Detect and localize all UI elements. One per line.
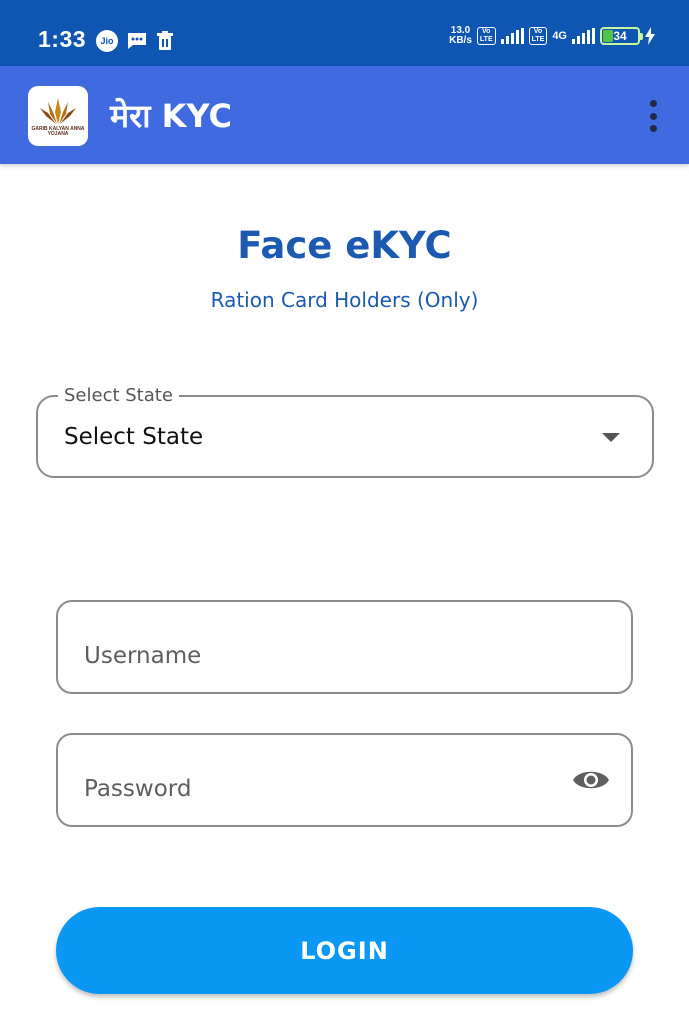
password-field: [56, 733, 633, 827]
state-select-label: Select State: [58, 385, 179, 406]
charging-icon: [645, 27, 655, 45]
signal-icon-2: [572, 28, 595, 44]
battery-icon: 34: [600, 27, 643, 45]
status-time: 1:33: [38, 26, 87, 52]
state-select[interactable]: Select State Select State: [36, 385, 654, 478]
volte-badge: Vo LTE: [476, 27, 496, 45]
app-bar: GARIB KALYAN ANNA YOJANA मेरा KYC: [0, 66, 689, 164]
login-button[interactable]: LOGIN: [56, 907, 633, 994]
jio-icon: Jio: [96, 30, 118, 52]
network-4g: 4G: [552, 29, 567, 42]
dropdown-arrow-icon: [602, 433, 620, 442]
page-subtitle: Ration Card Holders (Only): [210, 288, 479, 312]
speed-unit: KB/s: [449, 35, 472, 46]
username-field: [56, 600, 633, 694]
message-icon: [128, 33, 146, 49]
trash-icon: [157, 31, 173, 50]
more-options-button[interactable]: [645, 100, 661, 132]
battery-level: 34: [613, 29, 627, 43]
volte-badge-2: Vo LTE: [528, 27, 548, 45]
page-title: Face eKYC: [237, 224, 452, 267]
network-type: 4G: [552, 29, 567, 42]
password-input[interactable]: [84, 769, 554, 809]
status-left-icons: Jio: [96, 30, 174, 52]
more-vert-icon: [649, 100, 657, 107]
app-title: मेरा KYC: [110, 97, 232, 135]
eye-icon[interactable]: [571, 765, 611, 795]
more-vert-icon-dot: [649, 125, 657, 132]
status-right-icons: 13.0 KB/s Vo LTE Vo LTE 4G 34: [449, 26, 655, 46]
logo-text: GARIB KALYAN ANNA YOJANA: [31, 125, 85, 137]
status-bar: 1:33 Jio 13.0 KB/s Vo LTE Vo LTE 4G 34: [0, 0, 689, 66]
more-vert-icon-dot: [649, 112, 657, 120]
state-select-value: Select State: [64, 424, 204, 450]
wheat-logo-icon: [40, 97, 76, 124]
username-input[interactable]: [84, 636, 554, 676]
signal-icon: [500, 28, 524, 44]
app-logo: GARIB KALYAN ANNA YOJANA: [28, 86, 88, 146]
network-speed: 13.0 KB/s: [449, 26, 472, 46]
